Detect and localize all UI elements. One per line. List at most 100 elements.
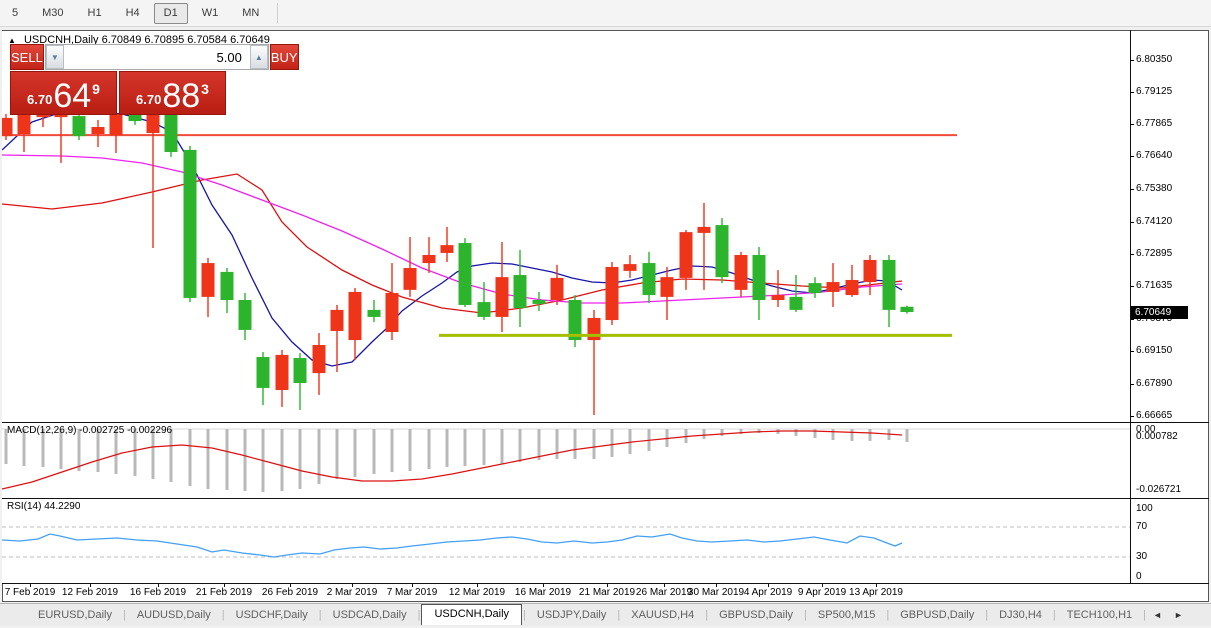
candle-body	[330, 309, 344, 331]
timeframe-toolbar: 5 M30 H1 H4 D1 W1 MN	[0, 0, 1211, 27]
candle-body	[91, 127, 105, 135]
rsi-label: RSI(14) 44.2290	[7, 501, 81, 512]
price-axis-label: 6.80350	[1136, 54, 1173, 65]
volume-decrease-button[interactable]: ▼	[45, 45, 64, 69]
price-axis-label: 6.72895	[1136, 248, 1173, 259]
volume-input[interactable]	[63, 45, 250, 69]
tab-xauusd-h4[interactable]: XAUUSD,H4	[621, 606, 704, 624]
date-axis-tick	[290, 583, 291, 587]
candle-body	[863, 259, 877, 283]
date-axis-label: 21 Feb 2019	[195, 587, 253, 598]
divider-rsi-dates	[2, 583, 1209, 584]
timeframe-button-MN[interactable]: MN	[232, 3, 269, 24]
candle-body	[183, 149, 197, 298]
candle-body	[385, 292, 399, 333]
date-axis-tick	[876, 583, 877, 587]
buy-price-pip: 3	[201, 81, 209, 97]
tab-gbpusd-daily[interactable]: GBPUSD,Daily	[890, 606, 984, 624]
candle-body	[495, 277, 509, 317]
candle-body	[458, 243, 472, 305]
date-axis-tick	[822, 583, 823, 587]
candle-body	[771, 295, 785, 301]
one-click-trade-panel: SELL ▼ ▲ BUY 6.70 64 9 6.70 88 3	[10, 44, 299, 115]
tab-scroll-right-icon[interactable]: ►	[1168, 610, 1189, 620]
timeframe-button-H1[interactable]: H1	[78, 3, 112, 24]
sell-button[interactable]: SELL	[10, 44, 44, 70]
tab-usdcnh-daily[interactable]: USDCNH,Daily	[421, 603, 523, 625]
sell-price-pip: 9	[92, 81, 100, 97]
date-axis-tick	[30, 583, 31, 587]
tab-gbpusd-daily[interactable]: GBPUSD,Daily	[709, 606, 803, 624]
price-axis-label: 6.69150	[1136, 345, 1173, 356]
tab-tech100-h1[interactable]: TECH100,H1	[1057, 606, 1142, 624]
date-axis-label: 9 Apr 2019	[797, 587, 847, 598]
date-axis-tick	[768, 583, 769, 587]
date-axis-label: 7 Mar 2019	[386, 587, 438, 598]
candle-body	[275, 354, 289, 391]
price-axis-label: 6.74120	[1136, 216, 1173, 227]
symbol-tab-bar: EURUSD,Daily | AUDUSD,Daily | USDCHF,Daily | U…	[0, 603, 1211, 626]
volume-increase-button[interactable]: ▲	[249, 45, 268, 69]
tab-usdjpy-daily[interactable]: USDJPY,Daily	[527, 606, 617, 624]
chevron-down-icon: ▼	[50, 52, 59, 62]
buy-price-button[interactable]: 6.70 88 3	[119, 71, 226, 115]
timeframe-button-W1[interactable]: W1	[192, 3, 229, 24]
date-axis-tick	[543, 583, 544, 587]
sell-price-big: 64	[53, 77, 92, 115]
timeframe-button-5[interactable]: 5	[2, 3, 28, 24]
indicator-axis-label: 0	[1136, 571, 1142, 582]
date-axis-label: 12 Feb 2019	[61, 587, 119, 598]
date-axis-tick	[607, 583, 608, 587]
buy-price-big: 88	[162, 77, 201, 115]
divider-price-macd[interactable]	[2, 422, 1209, 423]
price-axis-label: 6.67890	[1136, 378, 1173, 389]
indicator-axis-label: 0.000782	[1136, 431, 1178, 442]
candle-body	[882, 259, 896, 310]
tab-eurusd-daily[interactable]: EURUSD,Daily	[28, 606, 122, 624]
candle-body	[477, 302, 491, 317]
timeframe-button-H4[interactable]: H4	[116, 3, 150, 24]
candle-body	[238, 300, 252, 330]
buy-button[interactable]: BUY	[269, 44, 299, 70]
sell-price-prefix: 6.70	[27, 92, 53, 107]
candle-body	[17, 111, 31, 135]
candle-body	[826, 282, 840, 292]
candle-body	[422, 255, 436, 264]
tab-usdcad-daily[interactable]: USDCAD,Daily	[323, 606, 417, 624]
candle-body	[256, 356, 270, 388]
candle-body	[789, 296, 803, 310]
price-axis-label: 6.66665	[1136, 410, 1173, 421]
price-axis-label: 6.79125	[1136, 86, 1173, 97]
candle-body	[348, 291, 362, 341]
tab-usdchf-daily[interactable]: USDCHF,Daily	[226, 606, 318, 624]
tab-audusd-daily[interactable]: AUDUSD,Daily	[127, 606, 221, 624]
macd-label: MACD(12,26,9) -0.002725 -0.002296	[7, 425, 173, 436]
candle-body	[440, 245, 454, 253]
price-axis-label: 6.77865	[1136, 118, 1173, 129]
candle-body	[642, 263, 656, 296]
rsi-background	[2, 499, 1130, 583]
divider-macd-rsi[interactable]	[2, 498, 1209, 499]
indicator-axis-label: 100	[1136, 503, 1153, 514]
candle-body	[623, 264, 637, 271]
sell-price-button[interactable]: 6.70 64 9	[10, 71, 117, 115]
date-axis-label: 12 Mar 2019	[448, 587, 506, 598]
date-axis-label: 16 Mar 2019	[514, 587, 572, 598]
indicator-axis-label: 70	[1136, 521, 1148, 532]
current-price-tag: 6.70649	[1131, 306, 1188, 319]
candle-body	[201, 263, 215, 297]
date-axis-label: 2 Mar 2019	[326, 587, 378, 598]
tab-scroll-left-icon[interactable]: ◄	[1147, 610, 1168, 620]
candle-body	[715, 225, 729, 278]
candle-body	[220, 271, 234, 301]
price-axis-label: 6.76640	[1136, 150, 1173, 161]
tab-dj30-h4[interactable]: DJ30,H4	[989, 606, 1052, 624]
timeframe-button-D1[interactable]: D1	[153, 2, 188, 24]
date-axis-tick	[477, 583, 478, 587]
price-axis-label: 6.71635	[1136, 280, 1173, 291]
toolbar-separator	[277, 3, 279, 23]
timeframe-button-M30[interactable]: M30	[32, 3, 73, 24]
rsi-panel[interactable]	[2, 499, 1130, 583]
tab-sp500-m15[interactable]: SP500,M15	[808, 606, 885, 624]
candle-body	[532, 300, 546, 304]
